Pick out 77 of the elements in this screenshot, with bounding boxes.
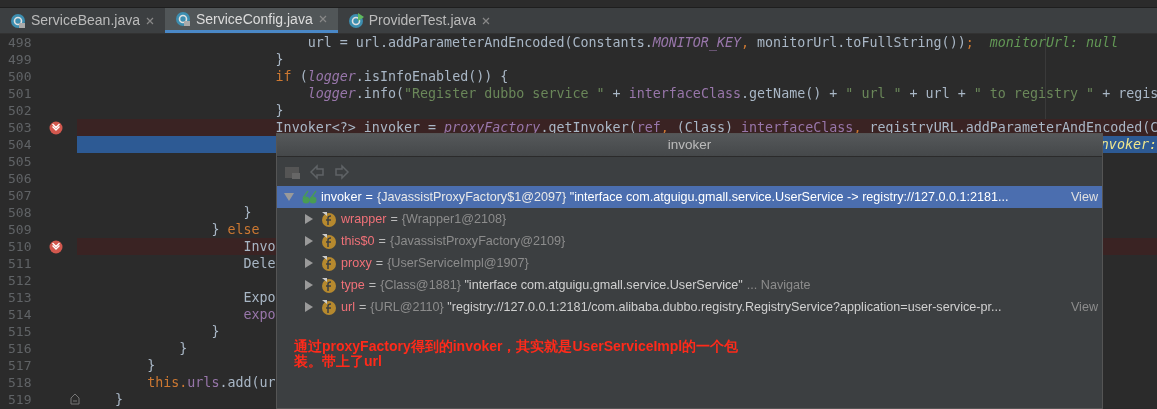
line-number: 502	[7, 101, 32, 120]
field-icon	[321, 233, 337, 249]
class-lock-icon	[10, 12, 26, 29]
line-number: 506	[7, 169, 32, 188]
tree-row[interactable]: type = {Class@1881} "interface com.atguigu.gmall.service.UserService" ... Navigate	[277, 274, 1102, 296]
tree-row[interactable]: invoker = {JavassistProxyFactory$1@2097} "interface com.atguigu.gmall.service.UserService -> registry://127.0.0.1:2181... View	[277, 186, 1102, 208]
code-line: }	[275, 50, 284, 69]
view-link[interactable]: View	[1070, 187, 1098, 207]
code-line: Invo	[243, 237, 276, 256]
tree-row[interactable]: url = {URL@2110} "registry://127.0.0.1:2181/com.alibaba.dubbo.registry.RegistryService?application=user-service-pr... View	[277, 296, 1102, 318]
popup-title: invoker	[667, 135, 712, 154]
line-number: 500	[7, 67, 32, 86]
line-number: 507	[7, 186, 32, 205]
forward-arrow-icon	[334, 163, 350, 180]
expand-arrow-icon[interactable]	[303, 235, 315, 247]
field-icon	[321, 299, 337, 315]
line-number: 511	[7, 254, 32, 273]
code-line: }	[179, 339, 188, 358]
code-line: Expo	[243, 288, 276, 307]
variable-value: this$0 = {JavassistProxyFactory@2109}	[341, 232, 566, 250]
breakpoint-icon	[49, 121, 63, 135]
expand-arrow-icon[interactable]	[303, 301, 315, 313]
code-line: }	[275, 101, 284, 120]
code-line: url = url.addParameterAndEncoded(Constants.MONITOR_KEY, monitorUrl.toFullString()); monitorUrl: null	[307, 33, 1119, 53]
line-number: 517	[7, 356, 32, 375]
code-line: }	[147, 356, 156, 375]
variable-value: invoker = {JavassistProxyFactory$1@2097} "interface com.atguigu.gmall.service.UserService -> registry://127.0.0.1:2181...	[321, 188, 1009, 206]
line-number: 505	[7, 152, 32, 171]
variable-value: wrapper = {Wrapper1@2108}	[341, 210, 507, 228]
code-line: this.urls.add(ur	[147, 373, 276, 392]
close-icon	[317, 14, 328, 24]
code-line: } else	[211, 220, 260, 239]
line-number: 501	[7, 84, 32, 103]
field-icon	[321, 211, 337, 227]
line-number: 510	[7, 237, 32, 256]
line-number: 499	[7, 50, 32, 69]
editor-tab[interactable]: ServiceConfig.java	[164, 8, 338, 33]
code-line: if (logger.isInfoEnabled()) {	[275, 67, 509, 86]
expand-arrow-icon[interactable]	[303, 213, 315, 225]
tree-row[interactable]: this$0 = {JavassistProxyFactory@2109}	[277, 230, 1102, 252]
line-number: 518	[7, 373, 32, 392]
glasses-icon	[301, 189, 318, 205]
line-number: 515	[7, 322, 32, 341]
line-number: 509	[7, 220, 32, 239]
field-icon	[321, 277, 337, 293]
line-number: 519	[7, 390, 32, 409]
line-number: 508	[7, 203, 32, 222]
line-number: 498	[7, 33, 32, 52]
tree-row[interactable]: proxy = {UserServiceImpl@1907}	[277, 252, 1102, 274]
line-number: 516	[7, 339, 32, 358]
code-line: expo	[243, 305, 276, 324]
variable-value: url = {URL@2110} "registry://127.0.0.1:2181/com.alibaba.dubbo.registry.RegistryService?application=user-service-pr...	[341, 298, 1002, 316]
line-number: 512	[7, 271, 32, 290]
close-icon	[481, 15, 492, 26]
code-line: }	[115, 390, 124, 409]
code-line: }	[243, 203, 252, 222]
variable-value: proxy = {UserServiceImpl@1907}	[341, 254, 529, 272]
code-line: logger.info("Register dubbo service " + interfaceClass.getName() + " url " + url + " to registry " + regis	[307, 84, 1157, 103]
class-lock-icon	[174, 11, 191, 27]
expand-arrow-icon[interactable]	[303, 279, 315, 291]
field-icon	[321, 255, 337, 271]
view-link[interactable]: ... Navigate	[746, 275, 811, 295]
expand-arrow-icon[interactable]	[303, 257, 315, 269]
breakpoint-icon	[49, 240, 63, 254]
code-line: Dele	[243, 254, 276, 273]
close-icon	[144, 15, 155, 26]
line-number: 514	[7, 305, 32, 324]
annotation-text: 通过proxyFactory得到的invoker，其实就是UserServiceImpl的一个包装。带上了url	[294, 339, 740, 369]
line-number: 504	[7, 135, 32, 154]
line-number: 503	[7, 118, 32, 137]
tree-row[interactable]: wrapper = {Wrapper1@2108}	[277, 208, 1102, 230]
line-number: 513	[7, 288, 32, 307]
back-arrow-icon	[309, 163, 325, 180]
class-run-icon	[347, 12, 364, 29]
code-line: }	[211, 322, 220, 341]
variable-value: type = {Class@1881} "interface com.atguigu.gmall.service.UserService"	[341, 276, 743, 294]
view-link[interactable]: View	[1070, 297, 1098, 317]
